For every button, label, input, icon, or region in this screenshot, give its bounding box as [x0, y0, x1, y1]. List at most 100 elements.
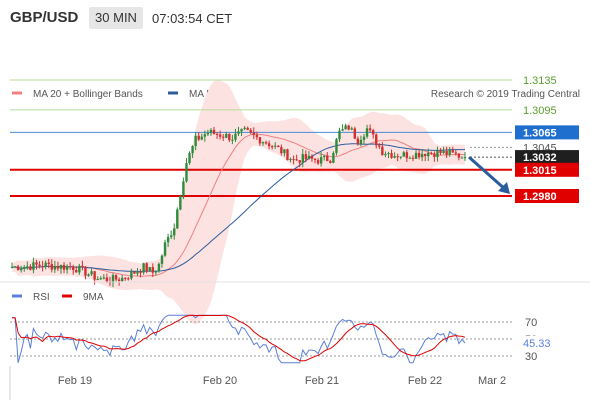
candle-body — [212, 129, 216, 134]
x-tick-label: Feb 22 — [408, 375, 442, 387]
x-axis: Feb 19 Feb 20 Feb 21 Feb 22 Mar 2 — [58, 375, 506, 387]
candle-body — [277, 145, 280, 148]
level-tag-support: 1.2980 — [523, 191, 557, 203]
candle-body — [390, 153, 393, 158]
x-tick-label: Mar 2 — [478, 375, 506, 387]
x-tick-label: Feb 20 — [203, 375, 237, 387]
candle-body — [323, 155, 326, 158]
candle-body — [442, 150, 445, 154]
currency-pair-title: GBP/USD — [10, 9, 79, 26]
candle-body — [84, 266, 87, 276]
candle-body — [81, 265, 84, 267]
candle-body — [148, 267, 151, 272]
candle-body — [145, 263, 148, 272]
candle-body — [120, 277, 124, 282]
candle-body — [72, 267, 75, 271]
rsi-tick-70: 70 — [525, 317, 537, 329]
candle-body — [304, 154, 308, 160]
candle-body — [142, 263, 145, 273]
candle-body — [267, 143, 271, 147]
candle-body — [310, 155, 314, 159]
candle-body — [402, 152, 405, 157]
candle-body — [408, 157, 412, 159]
candle-body — [200, 136, 203, 140]
chart-header: GBP/USD 30 MIN 07:03:54 CET — [0, 0, 590, 36]
candle-body — [433, 153, 436, 158]
rsi-grid — [10, 321, 512, 357]
candle-body — [454, 152, 458, 154]
candle-body — [237, 131, 240, 134]
candle-body — [127, 278, 130, 280]
candle-body — [417, 152, 421, 158]
candle-body — [338, 130, 341, 140]
candle-body — [396, 156, 399, 158]
timeframe-badge[interactable]: 30 MIN — [89, 7, 143, 29]
candle-body — [136, 271, 139, 274]
candle-body — [29, 266, 32, 270]
candle-body — [124, 277, 127, 279]
candle-body — [75, 270, 78, 273]
candle-body — [427, 152, 430, 157]
candle-body — [286, 149, 289, 161]
rsi-last-value: 45.33 — [523, 338, 551, 350]
candle-body — [264, 142, 268, 144]
candle-body — [341, 129, 344, 131]
candle-body — [365, 128, 369, 137]
candle-body — [197, 135, 200, 140]
candle-body — [26, 266, 29, 268]
candle-body — [301, 154, 304, 163]
candle-body — [381, 146, 384, 156]
candle-body — [353, 128, 357, 139]
candle-body — [182, 181, 185, 196]
candle-body — [439, 150, 442, 154]
timestamp: 07:03:54 CET — [152, 11, 233, 26]
candle-body — [41, 265, 44, 267]
candle-body — [274, 145, 277, 147]
candle-body — [47, 262, 50, 265]
candle-body — [114, 275, 118, 280]
candle-body — [335, 139, 338, 153]
candle-body — [344, 125, 347, 130]
candle-body — [191, 146, 194, 154]
candle-body — [53, 266, 57, 270]
candle-body — [249, 129, 252, 133]
candle-body — [375, 134, 378, 146]
candle-body — [169, 235, 173, 238]
candle-body — [298, 160, 301, 163]
candle-body — [283, 149, 286, 154]
candle-body — [35, 262, 38, 265]
candle-body — [393, 156, 396, 158]
candle-body — [356, 138, 360, 145]
candle-body — [78, 265, 81, 273]
candle-body — [411, 157, 415, 159]
credit-label: Research © 2019 Trading Central — [431, 89, 580, 100]
candle-body — [457, 153, 461, 158]
candle-body — [19, 268, 23, 271]
candle-body — [38, 264, 41, 266]
candle-body — [378, 145, 381, 147]
candle-body — [176, 209, 179, 229]
candle-body — [316, 160, 320, 164]
candle-body — [133, 271, 136, 274]
forecast-arrow-shaft — [468, 155, 507, 192]
candle-body — [50, 264, 53, 270]
candle-body — [384, 154, 387, 156]
candle-body — [93, 271, 96, 280]
candle-body — [157, 263, 161, 271]
bollinger-bands — [12, 80, 465, 325]
candle-body — [292, 159, 295, 161]
candle-body — [329, 161, 332, 163]
candle-body — [228, 133, 231, 141]
candle-body — [307, 155, 311, 160]
candle-body — [117, 279, 121, 282]
bollinger-band-area — [12, 80, 465, 325]
candle-body — [255, 134, 259, 138]
candle-body — [359, 139, 363, 145]
candle-body — [463, 157, 467, 159]
candle-body — [368, 128, 372, 131]
candle-body — [179, 195, 182, 210]
candle-body — [414, 152, 418, 159]
candle-body — [59, 264, 63, 269]
candle-body — [319, 157, 323, 164]
candle-body — [139, 271, 142, 273]
